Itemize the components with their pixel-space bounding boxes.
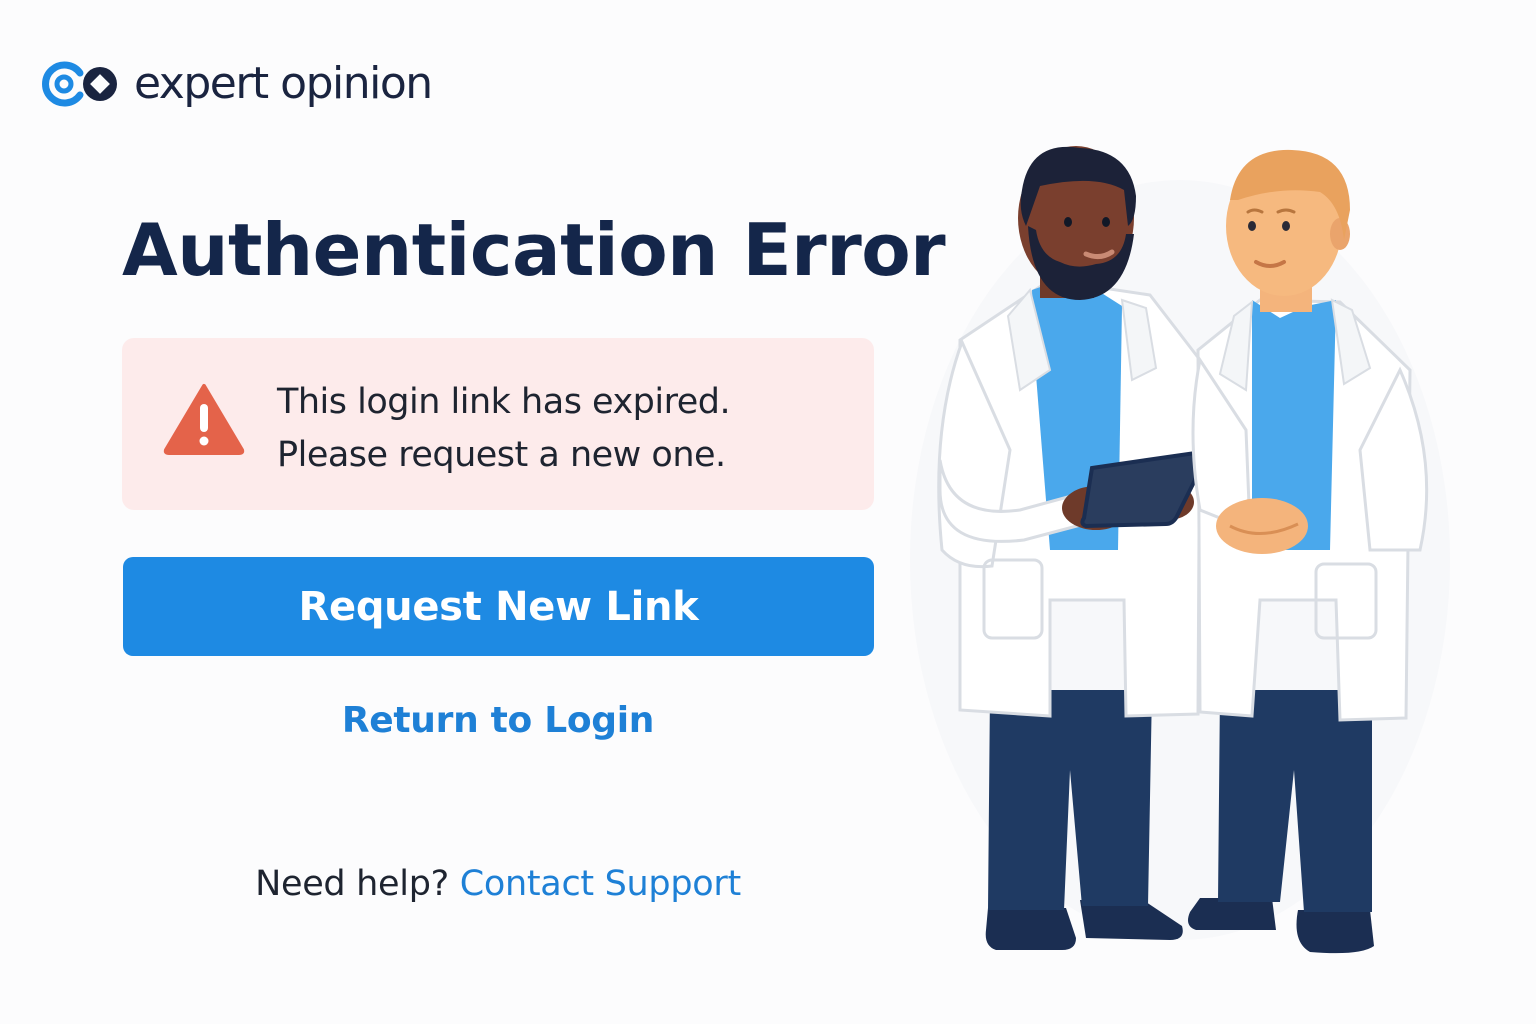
brand-name: expert opinion xyxy=(134,58,433,109)
return-to-login-link[interactable]: Return to Login xyxy=(122,700,874,741)
page-title: Authentication Error xyxy=(122,208,946,292)
two-doctors-illustration xyxy=(900,130,1460,974)
contact-support-link[interactable]: Contact Support xyxy=(460,864,741,904)
help-prompt: Need help? xyxy=(255,864,449,904)
brand-logo[interactable]: expert opinion xyxy=(42,56,433,112)
help-section: Need help? Contact Support xyxy=(122,864,874,904)
warning-triangle-icon xyxy=(162,382,246,460)
request-new-link-button[interactable]: Request New Link xyxy=(123,557,874,656)
alert-line-2: Please request a new one. xyxy=(277,435,726,475)
alert-message: This login link has expired. Please requ… xyxy=(277,376,731,482)
alert-line-1: This login link has expired. xyxy=(277,382,731,422)
error-alert: This login link has expired. Please requ… xyxy=(122,338,874,510)
logo-icon xyxy=(42,61,117,107)
